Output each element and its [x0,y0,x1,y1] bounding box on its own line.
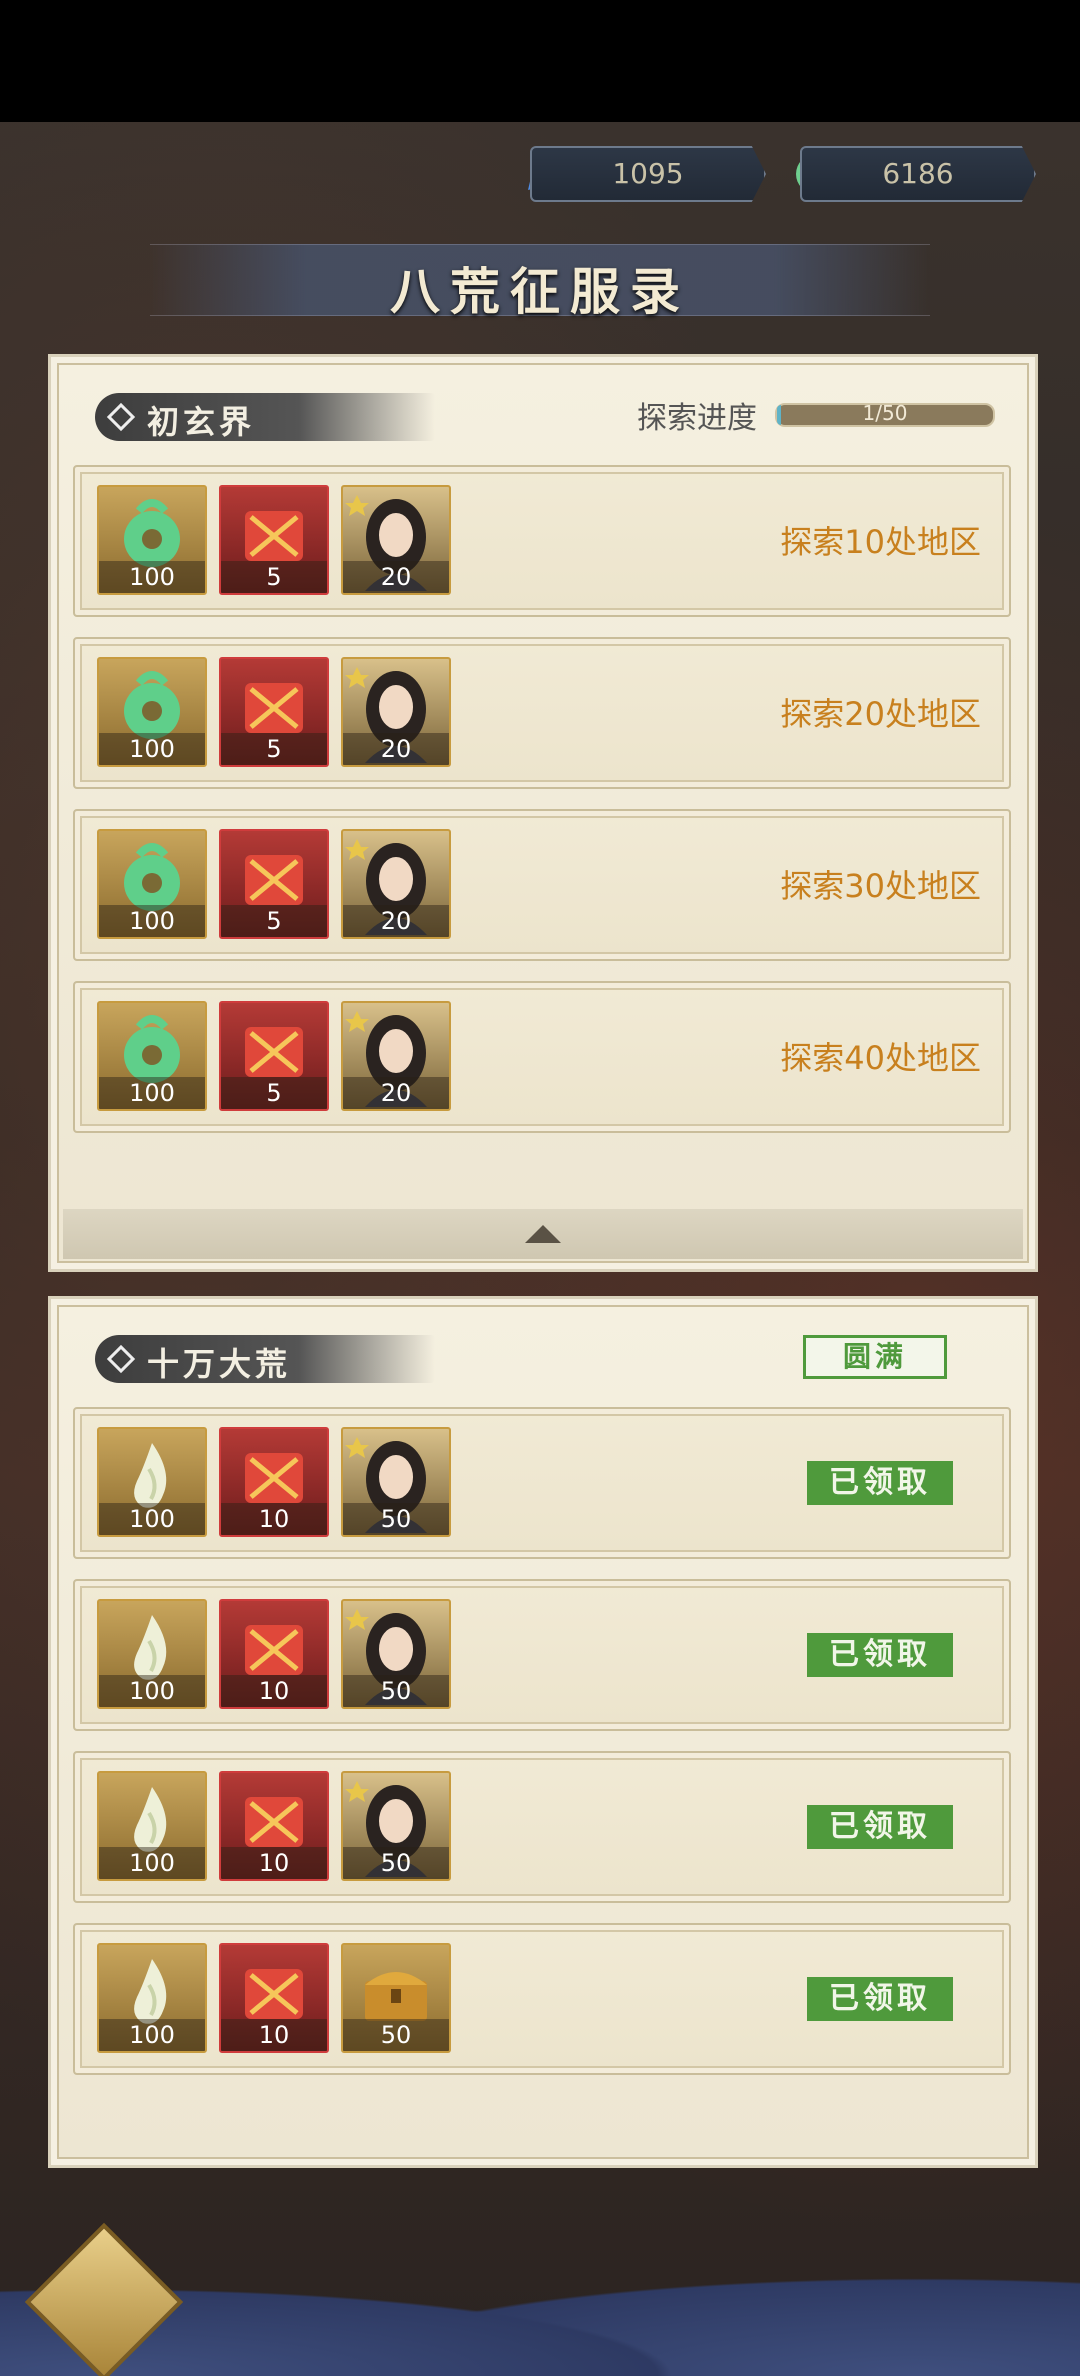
list-item: 100 5 20 探索40处地区 [73,981,1011,1133]
item-quantity: 100 [99,733,205,765]
item-quantity: 20 [343,733,449,765]
item-quantity: 20 [343,1077,449,1109]
item-quantity: 5 [221,1077,327,1109]
item-quantity: 5 [221,905,327,937]
list-item: 100 5 20 探索20处地区 [73,637,1011,789]
list-item: 100 10 50 已领取 [73,1751,1011,1903]
jade-reward-item[interactable]: 100 [97,829,207,939]
red-gift-reward-item[interactable]: 5 [219,1001,329,1111]
item-quantity: 10 [221,1675,327,1707]
progress-label: 探索进度 [637,401,757,436]
portrait-reward-item[interactable]: 50 [341,1771,451,1881]
item-quantity: 100 [99,905,205,937]
item-quantity: 5 [221,561,327,593]
portrait-reward-item[interactable]: 20 [341,657,451,767]
list-item: 100 10 50 已领取 [73,1407,1011,1559]
chest-reward-item[interactable]: 50 [341,1943,451,2053]
red-gift-reward-item[interactable]: 10 [219,1943,329,2053]
portrait-reward-item[interactable]: 20 [341,1001,451,1111]
complete-badge: 圆满 [803,1335,947,1379]
collapse-bar[interactable] [63,1209,1023,1259]
item-quantity: 100 [99,1847,205,1879]
item-quantity: 100 [99,1077,205,1109]
progress-bar: 1/50 [775,401,995,427]
task-description: 探索30处地区 [780,867,981,905]
jade-reward-item[interactable]: 100 [97,485,207,595]
portrait-reward-item[interactable]: 20 [341,485,451,595]
item-quantity: 100 [99,561,205,593]
claimed-status: 已领取 [807,1805,953,1849]
red-gift-reward-item[interactable]: 5 [219,829,329,939]
claimed-status: 已领取 [807,1633,953,1677]
portrait-reward-item[interactable]: 50 [341,1427,451,1537]
task-description: 探索20处地区 [780,695,981,733]
item-quantity: 100 [99,2019,205,2051]
flame-reward-item[interactable]: 100 [97,1943,207,2053]
item-quantity: 50 [343,1847,449,1879]
section-panel-shiwandahuang: 十万大荒 圆满 100 10 50 已领取 100 10 50 已领取 100 10 50 已领取 10… [48,1296,1038,2168]
crystal-counter[interactable]: 1095 [530,146,766,202]
list-item: 100 10 50 已领取 [73,1923,1011,2075]
game-background: 1095 6186 八荒征服录 初玄界 探索进度 1/50 100 5 20 探索10… [0,122,1080,2376]
task-description: 探索10处地区 [780,523,981,561]
item-quantity: 20 [343,561,449,593]
section-panel-chuxuanjie: 初玄界 探索进度 1/50 100 5 20 探索10处地区 100 5 20 探索20处地区… [48,354,1038,1272]
red-gift-reward-item[interactable]: 10 [219,1771,329,1881]
item-quantity: 5 [221,733,327,765]
claimed-status: 已领取 [807,1977,953,2021]
task-description: 探索40处地区 [780,1039,981,1077]
jade-reward-item[interactable]: 100 [97,1001,207,1111]
list-item: 100 10 50 已领取 [73,1579,1011,1731]
jade-value: 6186 [882,157,954,190]
item-quantity: 100 [99,1675,205,1707]
list-item: 100 5 20 探索10处地区 [73,465,1011,617]
section-title: 初玄界 [147,403,256,441]
diamond-icon [106,1344,136,1374]
section-tag: 初玄界 [95,393,435,441]
diamond-icon [106,402,136,432]
item-quantity: 50 [343,1503,449,1535]
flame-reward-item[interactable]: 100 [97,1427,207,1537]
flame-reward-item[interactable]: 100 [97,1771,207,1881]
portrait-reward-item[interactable]: 20 [341,829,451,939]
portrait-reward-item[interactable]: 50 [341,1599,451,1709]
red-gift-reward-item[interactable]: 10 [219,1427,329,1537]
item-quantity: 100 [99,1503,205,1535]
section-tag: 十万大荒 [95,1335,435,1383]
crystal-value: 1095 [612,157,684,190]
claimed-status: 已领取 [807,1461,953,1505]
item-quantity: 10 [221,2019,327,2051]
red-gift-reward-item[interactable]: 5 [219,657,329,767]
list-item: 100 5 20 探索30处地区 [73,809,1011,961]
collapse-up-icon [525,1225,561,1243]
item-quantity: 50 [343,2019,449,2051]
progress-text: 1/50 [862,401,908,425]
item-quantity: 20 [343,905,449,937]
page-title: 八荒征服录 [390,262,690,321]
red-gift-reward-item[interactable]: 10 [219,1599,329,1709]
item-quantity: 10 [221,1847,327,1879]
red-gift-reward-item[interactable]: 5 [219,485,329,595]
jade-counter[interactable]: 6186 [800,146,1036,202]
item-quantity: 50 [343,1675,449,1707]
section-title: 十万大荒 [147,1345,292,1383]
jade-reward-item[interactable]: 100 [97,657,207,767]
flame-reward-item[interactable]: 100 [97,1599,207,1709]
item-quantity: 10 [221,1503,327,1535]
